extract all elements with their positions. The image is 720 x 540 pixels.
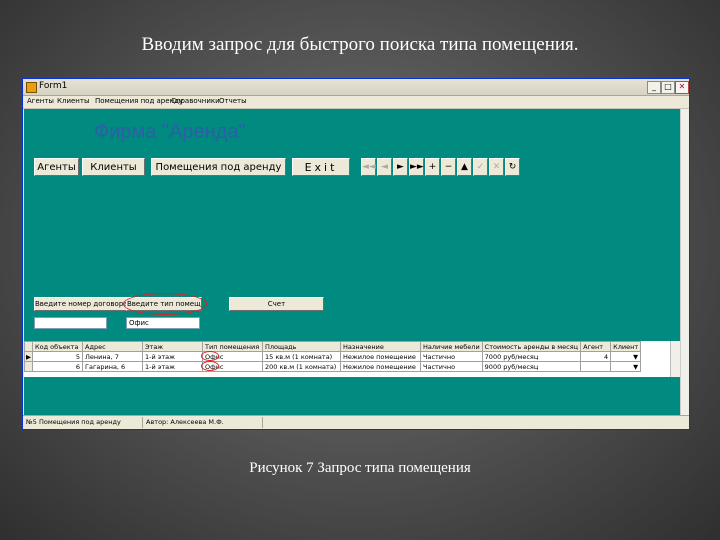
close-button[interactable]: ✕: [675, 81, 689, 94]
nav-prior-button[interactable]: ◄: [377, 158, 392, 176]
column-header[interactable]: Назначение: [340, 341, 421, 352]
menu-premises[interactable]: Помещения под аренду: [95, 97, 183, 105]
dropdown-icon[interactable]: ▼: [610, 361, 642, 372]
table-cell[interactable]: 7000 руб/месяц: [481, 351, 582, 362]
firm-title: Фирма "Аренда": [94, 121, 246, 143]
table-cell[interactable]: Гагарина, 6: [82, 361, 143, 372]
table-cell[interactable]: 4: [580, 351, 612, 362]
exit-button[interactable]: Exit: [292, 158, 350, 176]
maximize-button[interactable]: □: [661, 81, 675, 94]
title-bar: Form1 _ □ ✕: [23, 79, 689, 96]
table-cell[interactable]: 15 кв.м (1 комната): [262, 351, 341, 362]
table-cell[interactable]: 1-й этаж: [142, 351, 203, 362]
status-left: №5 Помещения под аренду: [23, 417, 143, 428]
app-icon: [26, 82, 37, 93]
highlight-oval: [123, 293, 207, 315]
table-cell[interactable]: Частично: [420, 351, 483, 362]
menu-agents[interactable]: Агенты: [27, 97, 54, 105]
premises-button[interactable]: Помещения под аренду: [151, 158, 286, 176]
nav-next-button[interactable]: ►: [393, 158, 408, 176]
menu-clients[interactable]: Клиенты: [57, 97, 89, 105]
nav-last-button[interactable]: ►►: [409, 158, 424, 176]
table-cell[interactable]: Ленина, 7: [82, 351, 143, 362]
nav-edit-button[interactable]: ▲: [457, 158, 472, 176]
nav-cancel-button[interactable]: ✕: [489, 158, 504, 176]
table-cell[interactable]: Нежилое помещение: [340, 351, 421, 362]
table-cell[interactable]: Нежилое помещение: [340, 361, 421, 372]
app-window: Form1 _ □ ✕ Агенты Клиенты Помещения под…: [22, 78, 690, 430]
column-header[interactable]: Агент: [580, 341, 612, 352]
grid-scrollbar[interactable]: [670, 341, 680, 377]
column-header[interactable]: Тип помещения: [202, 341, 263, 352]
contract-input[interactable]: [34, 317, 107, 329]
slide-caption: Рисунок 7 Запрос типа помещения: [249, 460, 471, 476]
status-bar: №5 Помещения под аренду Автор: Алексеева…: [23, 415, 689, 429]
type-input[interactable]: Офис: [126, 317, 200, 329]
table-header: Код объекта Адрес Этаж Тип помещения Пло…: [24, 341, 642, 352]
nav-refresh-button[interactable]: ↻: [505, 158, 520, 176]
status-right: Автор: Алексеева М.Ф.: [143, 417, 263, 428]
nav-post-button[interactable]: ✓: [473, 158, 488, 176]
slide-title: Вводим запрос для быстрого поиска типа п…: [141, 34, 579, 55]
column-header[interactable]: Площадь: [262, 341, 341, 352]
table-cell[interactable]: 5: [32, 351, 83, 362]
table-cell[interactable]: Частично: [420, 361, 483, 372]
table-cell[interactable]: 9000 руб/месяц: [481, 361, 582, 372]
results-grid: Код объекта Адрес Этаж Тип помещения Пло…: [24, 341, 680, 377]
window-title: Form1: [39, 81, 68, 91]
column-header[interactable]: Этаж: [142, 341, 203, 352]
menu-references[interactable]: Справочники: [171, 97, 220, 105]
clients-button[interactable]: Клиенты: [82, 158, 145, 176]
table-cell[interactable]: 6: [32, 361, 83, 372]
table-row[interactable]: ▶ 5 Ленина, 7 1-й этаж Офис 15 кв.м (1 к…: [24, 351, 642, 362]
column-header[interactable]: Наличие мебели: [420, 341, 483, 352]
nav-first-button[interactable]: ◄◄: [361, 158, 376, 176]
highlight-oval: [201, 361, 219, 371]
dropdown-icon[interactable]: ▼: [610, 351, 642, 362]
form-scrollbar[interactable]: [680, 109, 689, 415]
table-cell[interactable]: [580, 361, 612, 372]
count-button[interactable]: Счет: [229, 297, 324, 311]
menu-reports[interactable]: Отчеты: [219, 97, 247, 105]
table-cell[interactable]: 1-й этаж: [142, 361, 203, 372]
column-header[interactable]: Клиент: [610, 341, 642, 352]
nav-delete-button[interactable]: −: [441, 158, 456, 176]
row-indicator-icon: ▶: [24, 351, 33, 362]
column-header[interactable]: Код объекта: [32, 341, 83, 352]
nav-insert-button[interactable]: +: [425, 158, 440, 176]
column-header[interactable]: Стоимость аренды в месяц: [481, 341, 582, 352]
highlight-oval: [201, 351, 219, 361]
agents-button[interactable]: Агенты: [34, 158, 79, 176]
table-row[interactable]: 6 Гагарина, 6 1-й этаж Офис 200 кв.м (1 …: [24, 361, 642, 372]
minimize-button[interactable]: _: [647, 81, 661, 94]
column-header[interactable]: Адрес: [82, 341, 143, 352]
contract-search-button[interactable]: Введите номер договора: [34, 297, 128, 311]
menu-bar: Агенты Клиенты Помещения под аренду Спра…: [23, 96, 689, 109]
table-cell[interactable]: 200 кв.м (1 комната): [262, 361, 341, 372]
